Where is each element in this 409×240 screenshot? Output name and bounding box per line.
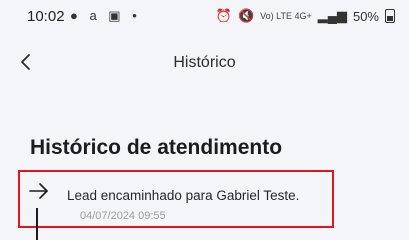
alarm-icon: ⏰ [215,8,232,23]
arrow-right-icon [29,183,48,199]
battery-icon [385,9,395,23]
section-title: Histórico de atendimento [30,136,283,159]
app-header: Histórico [0,40,409,88]
status-right-icons: ⏰ 🔇 Vo) LTE 4G+ ▂▄▆ 50% [216,8,395,24]
status-bar: 10:02 ● a ▣ • ⏰ 🔇 Vo) LTE 4G+ ▂▄▆ 50% [0,0,409,34]
mute-icon: 🔇 [237,8,255,23]
history-item-text: Lead encaminhado para Gabriel Teste. [67,188,300,203]
battery-percent: 50% [352,8,379,24]
signal-bars-icon: ▂▄▆ [317,8,347,23]
notification-icons: ● a ▣ • [70,8,141,23]
history-item[interactable]: Lead encaminhado para Gabriel Teste. 04/… [18,170,334,228]
timeline-line [36,208,38,240]
history-item-date: 04/07/2024 09:55 [80,210,166,222]
status-time: 10:02 [27,8,65,25]
page-title: Histórico [173,54,236,71]
signal-text: Vo) LTE 4G+ [260,10,312,21]
